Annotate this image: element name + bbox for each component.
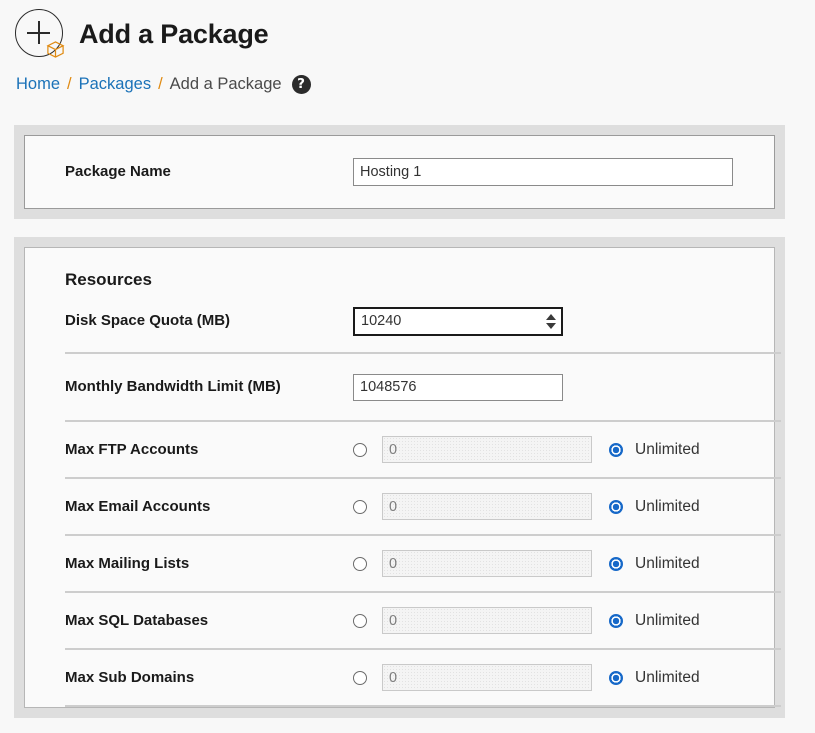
limit-value-input[interactable] — [382, 436, 592, 463]
row-divider — [65, 705, 781, 707]
limit-row-1: Max Email Accounts Unlimited — [51, 479, 748, 534]
radio-unlimited[interactable] — [609, 556, 623, 571]
radio-limited[interactable] — [353, 613, 367, 628]
breadcrumb: Home / Packages / Add a Package ? — [0, 60, 815, 94]
radio-unlimited[interactable] — [609, 499, 623, 514]
breadcrumb-separator: / — [158, 75, 163, 93]
resources-panel: Resources Disk Space Quota (MB) Monthly … — [24, 247, 781, 708]
limit-value-input[interactable] — [382, 664, 592, 691]
limit-row-label: Max Sub Domains — [65, 668, 195, 686]
resources-section-title: Resources — [65, 270, 152, 289]
limit-row-3: Max SQL Databases Unlimited — [51, 593, 748, 648]
limit-row-0: Max FTP Accounts Unlimited — [51, 422, 748, 477]
limit-radio-group: Unlimited — [353, 607, 700, 634]
unlimited-label[interactable]: Unlimited — [635, 612, 700, 630]
limit-row-label: Max Mailing Lists — [65, 554, 190, 572]
package-name-panel: Package Name — [24, 135, 775, 209]
radio-limited[interactable] — [353, 442, 367, 457]
limit-row-label: Max SQL Databases — [65, 611, 209, 629]
limit-radio-group: Unlimited — [353, 664, 700, 691]
radio-unlimited[interactable] — [609, 613, 623, 628]
limit-rows-container: Max FTP Accounts Unlimited Max Email Acc… — [51, 422, 781, 707]
unlimited-label[interactable]: Unlimited — [635, 669, 700, 687]
add-package-icon — [14, 8, 66, 60]
resources-panel-wrapper: Resources Disk Space Quota (MB) Monthly … — [14, 237, 785, 718]
unlimited-option[interactable]: Unlimited — [609, 441, 700, 459]
limit-radio-group: Unlimited — [353, 550, 700, 577]
unlimited-label[interactable]: Unlimited — [635, 555, 700, 573]
limit-radio-group: Unlimited — [353, 436, 700, 463]
plus-vertical — [38, 21, 40, 44]
disk-space-quota-label: Disk Space Quota (MB) — [65, 312, 231, 330]
limit-row-label: Max Email Accounts — [65, 497, 211, 515]
disk-space-quota-stepper[interactable] — [353, 306, 563, 336]
unlimited-option[interactable]: Unlimited — [609, 498, 700, 516]
unlimited-option[interactable]: Unlimited — [609, 669, 700, 687]
limited-radio-slot — [353, 499, 382, 514]
unlimited-option[interactable]: Unlimited — [609, 555, 700, 573]
breadcrumb-current: Add a Package — [169, 75, 282, 93]
spinner-arrows-icon[interactable] — [546, 311, 557, 331]
radio-limited[interactable] — [353, 556, 367, 571]
monthly-bandwidth-label: Monthly Bandwidth Limit (MB) — [65, 378, 281, 396]
limit-row-label: Max FTP Accounts — [65, 440, 199, 458]
limited-radio-slot — [353, 442, 382, 457]
limited-radio-slot — [353, 613, 382, 628]
limited-radio-slot — [353, 670, 382, 685]
box-icon — [46, 41, 65, 58]
unlimited-label[interactable]: Unlimited — [635, 441, 700, 459]
breadcrumb-separator: / — [67, 75, 72, 93]
limited-radio-slot — [353, 556, 382, 571]
package-name-panel-wrapper: Package Name — [14, 125, 785, 219]
radio-limited[interactable] — [353, 670, 367, 685]
monthly-bandwidth-input[interactable] — [353, 373, 563, 401]
spinner-down-icon[interactable] — [546, 322, 556, 329]
unlimited-option[interactable]: Unlimited — [609, 612, 700, 630]
limit-value-input[interactable] — [382, 607, 592, 634]
breadcrumb-link-home[interactable]: Home — [16, 75, 60, 94]
help-icon[interactable]: ? — [291, 75, 311, 94]
page-title: Add a Package — [79, 18, 269, 49]
disk-space-quota-input[interactable] — [353, 306, 563, 336]
package-name-input[interactable] — [353, 158, 733, 186]
package-name-label: Package Name — [65, 163, 171, 181]
radio-unlimited[interactable] — [609, 670, 623, 685]
package-name-row: Package Name — [51, 136, 748, 208]
limit-row-2: Max Mailing Lists Unlimited — [51, 536, 748, 591]
limit-radio-group: Unlimited — [353, 493, 700, 520]
disk-space-quota-row: Disk Space Quota (MB) — [51, 290, 748, 352]
limit-value-input[interactable] — [382, 493, 592, 520]
limit-row-4: Max Sub Domains Unlimited — [51, 650, 748, 705]
limit-value-input[interactable] — [382, 550, 592, 577]
page-header: Add a Package — [0, 0, 815, 60]
breadcrumb-link-packages[interactable]: Packages — [79, 75, 151, 94]
unlimited-label[interactable]: Unlimited — [635, 498, 700, 516]
radio-unlimited[interactable] — [609, 442, 623, 457]
radio-limited[interactable] — [353, 499, 367, 514]
monthly-bandwidth-row: Monthly Bandwidth Limit (MB) — [51, 354, 748, 420]
spinner-up-icon[interactable] — [546, 313, 556, 320]
